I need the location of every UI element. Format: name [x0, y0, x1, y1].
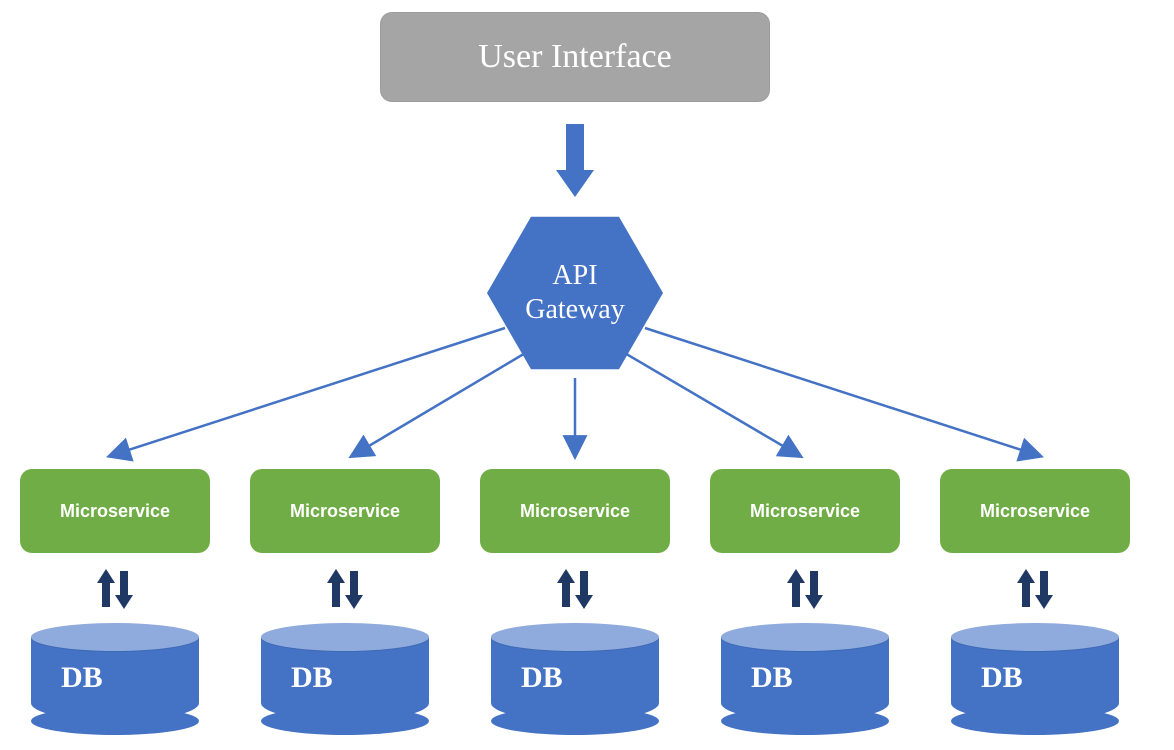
api-gateway-label-line2: Gateway [525, 294, 625, 325]
database-node: DB [491, 623, 659, 735]
bidirectional-arrows-icon [1010, 567, 1060, 611]
database-label: DB [721, 661, 889, 695]
bidirectional-arrows-icon [320, 567, 370, 611]
database-node: DB [951, 623, 1119, 735]
api-gateway-label: API Gateway [525, 259, 625, 326]
database-label: DB [261, 661, 429, 695]
database-label: DB [951, 661, 1119, 695]
api-gateway-node: API Gateway [487, 205, 663, 381]
arrow-gateway-to-ms-4 [645, 328, 1040, 456]
microservice-node: Microservice [940, 469, 1130, 553]
arrow-gateway-to-ms-3 [623, 352, 800, 456]
database-node: DB [721, 623, 889, 735]
arrow-gateway-to-ms-0 [110, 328, 505, 456]
database-node: DB [261, 623, 429, 735]
database-label: DB [31, 661, 199, 695]
microservice-node: Microservice [480, 469, 670, 553]
microservice-label: Microservice [520, 501, 630, 522]
arrow-gateway-to-ms-1 [352, 352, 527, 456]
microservice-label: Microservice [290, 501, 400, 522]
microservice-node: Microservice [20, 469, 210, 553]
arrow-ui-to-gateway [556, 124, 594, 197]
user-interface-node: User Interface [380, 12, 770, 102]
bidirectional-arrows-icon [90, 567, 140, 611]
bidirectional-arrows-icon [550, 567, 600, 611]
microservice-label: Microservice [980, 501, 1090, 522]
microservice-node: Microservice [250, 469, 440, 553]
microservice-label: Microservice [750, 501, 860, 522]
diagram-stage: User Interface API Gateway Microservice … [0, 0, 1174, 750]
api-gateway-label-line1: API [552, 260, 597, 291]
bidirectional-arrows-icon [780, 567, 830, 611]
microservice-label: Microservice [60, 501, 170, 522]
microservice-node: Microservice [710, 469, 900, 553]
database-node: DB [31, 623, 199, 735]
database-label: DB [491, 661, 659, 695]
user-interface-label: User Interface [478, 38, 671, 76]
